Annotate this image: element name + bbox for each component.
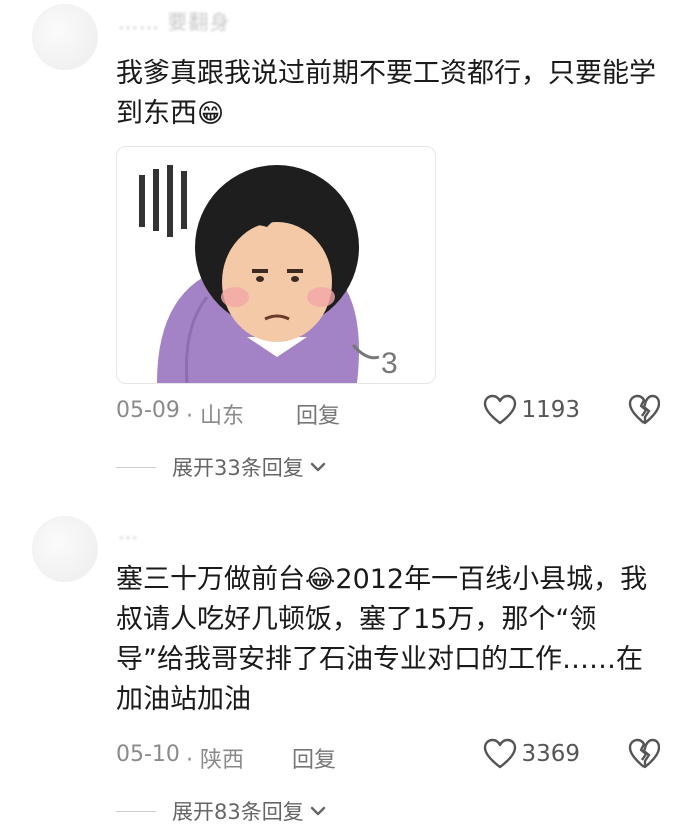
comment-meta: 05-09 · 山东 回复 1193	[116, 394, 661, 432]
grin-emoji-icon: 😁	[197, 99, 225, 129]
broken-heart-icon	[628, 394, 661, 425]
expand-replies-label: 展开33条回复	[172, 456, 304, 480]
comment-text: 塞三十万做前台😂2012年一百线小县城，我叔请人吃好几顿饭，塞了15万，那个“领…	[116, 560, 656, 720]
comment-date: 05-09	[116, 398, 180, 423]
comment-username[interactable]: …	[118, 520, 139, 544]
like-button[interactable]: 1193	[483, 394, 580, 426]
expand-replies-button[interactable]: 展开83条回复	[116, 796, 328, 826]
chevron-down-icon	[310, 806, 325, 816]
sticker-image[interactable]: 3	[116, 146, 436, 384]
comment-username[interactable]: …… 要翻身	[118, 6, 230, 35]
expand-replies-button[interactable]: 展开33条回复	[116, 452, 328, 482]
avatar[interactable]	[32, 4, 98, 70]
like-button[interactable]: 3369	[483, 738, 580, 770]
dislike-button[interactable]	[628, 394, 661, 432]
avatar[interactable]	[32, 516, 98, 582]
broken-heart-icon	[628, 738, 661, 769]
reply-button[interactable]: 回复	[296, 398, 340, 430]
divider	[116, 466, 156, 468]
like-count: 3369	[521, 741, 580, 767]
expand-replies-label: 展开83条回复	[172, 800, 304, 824]
heart-outline-icon	[484, 394, 517, 425]
comment-text-body: 塞三十万做前台	[116, 564, 305, 595]
sticker-illustration: 3	[139, 165, 398, 383]
svg-text:3: 3	[381, 347, 398, 380]
comment-region: · 山东	[186, 404, 244, 429]
tears-of-joy-emoji-icon: 😂	[305, 565, 336, 595]
heart-outline-icon	[484, 738, 517, 769]
dislike-button[interactable]	[628, 738, 661, 776]
comment-text: 我爹真跟我说过前期不要工资都行，只要能学到东西😁	[116, 54, 656, 134]
chevron-down-icon	[310, 462, 325, 472]
divider	[116, 810, 156, 812]
comment-meta: 05-10 · 陕西 回复 3369	[116, 738, 661, 776]
reply-button[interactable]: 回复	[292, 742, 336, 774]
comment-region: · 陕西	[186, 748, 244, 773]
like-count: 1193	[521, 397, 580, 423]
comment-date: 05-10	[116, 742, 180, 767]
